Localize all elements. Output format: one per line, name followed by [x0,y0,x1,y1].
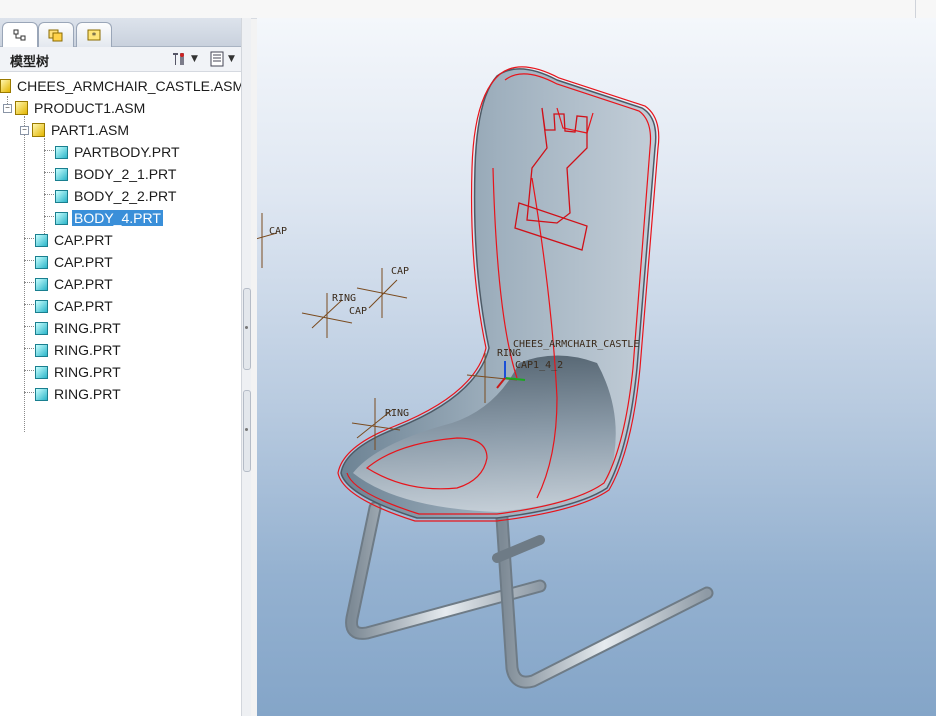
datum-label-ring: RING [497,348,521,359]
assembly-icon [15,101,28,115]
tree-node-root[interactable]: CHEES_ARMCHAIR_CASTLE.ASM [0,76,241,96]
tree-node-part1[interactable]: − PART1.ASM [20,120,131,140]
part-icon [55,189,68,203]
chevron-down-icon: ▼ [191,54,198,64]
tree-node-label: RING.PRT [54,386,121,402]
part-icon [35,321,48,335]
part-icon [35,233,48,247]
tree-node-body-2-2[interactable]: BODY_2_2.PRT [55,186,178,206]
tree-node-label: CHEES_ARMCHAIR_CASTLE.ASM [17,78,241,94]
tab-model-tree[interactable] [2,22,38,48]
datum-label-cap-selected: CAP1_4_2 [515,360,563,371]
panel-title: 模型树 [10,55,50,70]
panel-sash-handle[interactable] [243,288,251,370]
tree-node-cap[interactable]: CAP.PRT [35,274,115,294]
datum-label-cap: CAP [391,266,409,277]
datum-label-ring: RING [385,408,409,419]
part-icon [55,145,68,159]
part-icon [55,211,68,225]
collapse-icon[interactable]: − [20,125,29,135]
tree-node-ring[interactable]: RING.PRT [35,384,123,404]
tab-folder-browser[interactable] [38,22,74,47]
tree-node-ring[interactable]: RING.PRT [35,340,123,360]
tab-favorites[interactable]: * [76,22,112,47]
model-tree: CHEES_ARMCHAIR_CASTLE.ASM − PRODUCT1.ASM… [0,76,241,714]
show-icon [210,51,224,67]
tree-node-label: RING.PRT [54,364,121,380]
collapse-icon[interactable]: − [3,103,12,113]
tree-node-label: PRODUCT1.ASM [34,100,146,116]
tree-node-label: PART1.ASM [51,122,130,138]
top-strip [0,0,936,19]
tree-node-body-2-1[interactable]: BODY_2_1.PRT [55,164,178,184]
part-icon [35,387,48,401]
settings-dropdown[interactable]: ▼ [170,50,198,68]
navigator-tabs: * [0,18,250,48]
tree-node-label: RING.PRT [54,320,121,336]
tree-node-label: RING.PRT [54,342,121,358]
graphics-viewport[interactable]: CAP CAP RING CAP CHEES_ARMCHAIR_CASTLE R… [257,18,936,716]
show-dropdown[interactable]: ▼ [209,50,235,68]
window-edge [915,0,936,18]
tree-node-label: CAP.PRT [54,276,113,292]
tree-node-label: BODY_2_2.PRT [74,188,177,204]
part-icon [35,343,48,357]
part-icon [35,365,48,379]
part-icon [35,299,48,313]
folder-browser-icon [48,29,63,42]
tree-node-label: CAP.PRT [54,232,113,248]
tree-node-ring[interactable]: RING.PRT [35,362,123,382]
panel-header: 模型树 ▼ ▼ [0,47,250,72]
chevron-down-icon: ▼ [228,54,235,64]
tree-node-cap[interactable]: CAP.PRT [35,252,115,272]
tree-node-cap[interactable]: CAP.PRT [35,296,115,316]
datum-label-cap: CAP [269,226,287,237]
navigator-panel: * 模型树 ▼ ▼ CHEES_ARMCHAIR_CASTLE.ASM − PR… [0,18,251,716]
tree-node-label: PARTBODY.PRT [74,144,180,160]
svg-text:*: * [92,32,97,42]
datum-label-ring: RING [332,293,356,304]
tree-node-label: CAP.PRT [54,298,113,314]
favorites-icon: * [87,29,101,42]
tree-node-label-selected: BODY_4.PRT [72,210,163,226]
tree-node-label: CAP.PRT [54,254,113,270]
assembly-icon [0,79,11,93]
model-tree-icon [13,29,26,40]
tree-node-cap[interactable]: CAP.PRT [35,230,115,250]
datum-label-assembly: CHEES_ARMCHAIR_CASTLE [513,339,639,350]
tree-node-ring[interactable]: RING.PRT [35,318,123,338]
tree-node-body-4[interactable]: BODY_4.PRT [55,208,163,228]
tree-node-partbody[interactable]: PARTBODY.PRT [55,142,182,162]
chair-legs [345,501,714,689]
chair-model[interactable]: CAP CAP RING CAP CHEES_ARMCHAIR_CASTLE R… [257,18,936,716]
part-icon [35,277,48,291]
tree-node-label: BODY_2_1.PRT [74,166,177,182]
panel-sash-handle[interactable] [243,390,251,472]
datum-label-cap: CAP [349,306,367,317]
part-icon [35,255,48,269]
settings-icon [173,53,184,65]
tree-node-product1[interactable]: − PRODUCT1.ASM [3,98,147,118]
part-icon [55,167,68,181]
assembly-icon [32,123,45,137]
